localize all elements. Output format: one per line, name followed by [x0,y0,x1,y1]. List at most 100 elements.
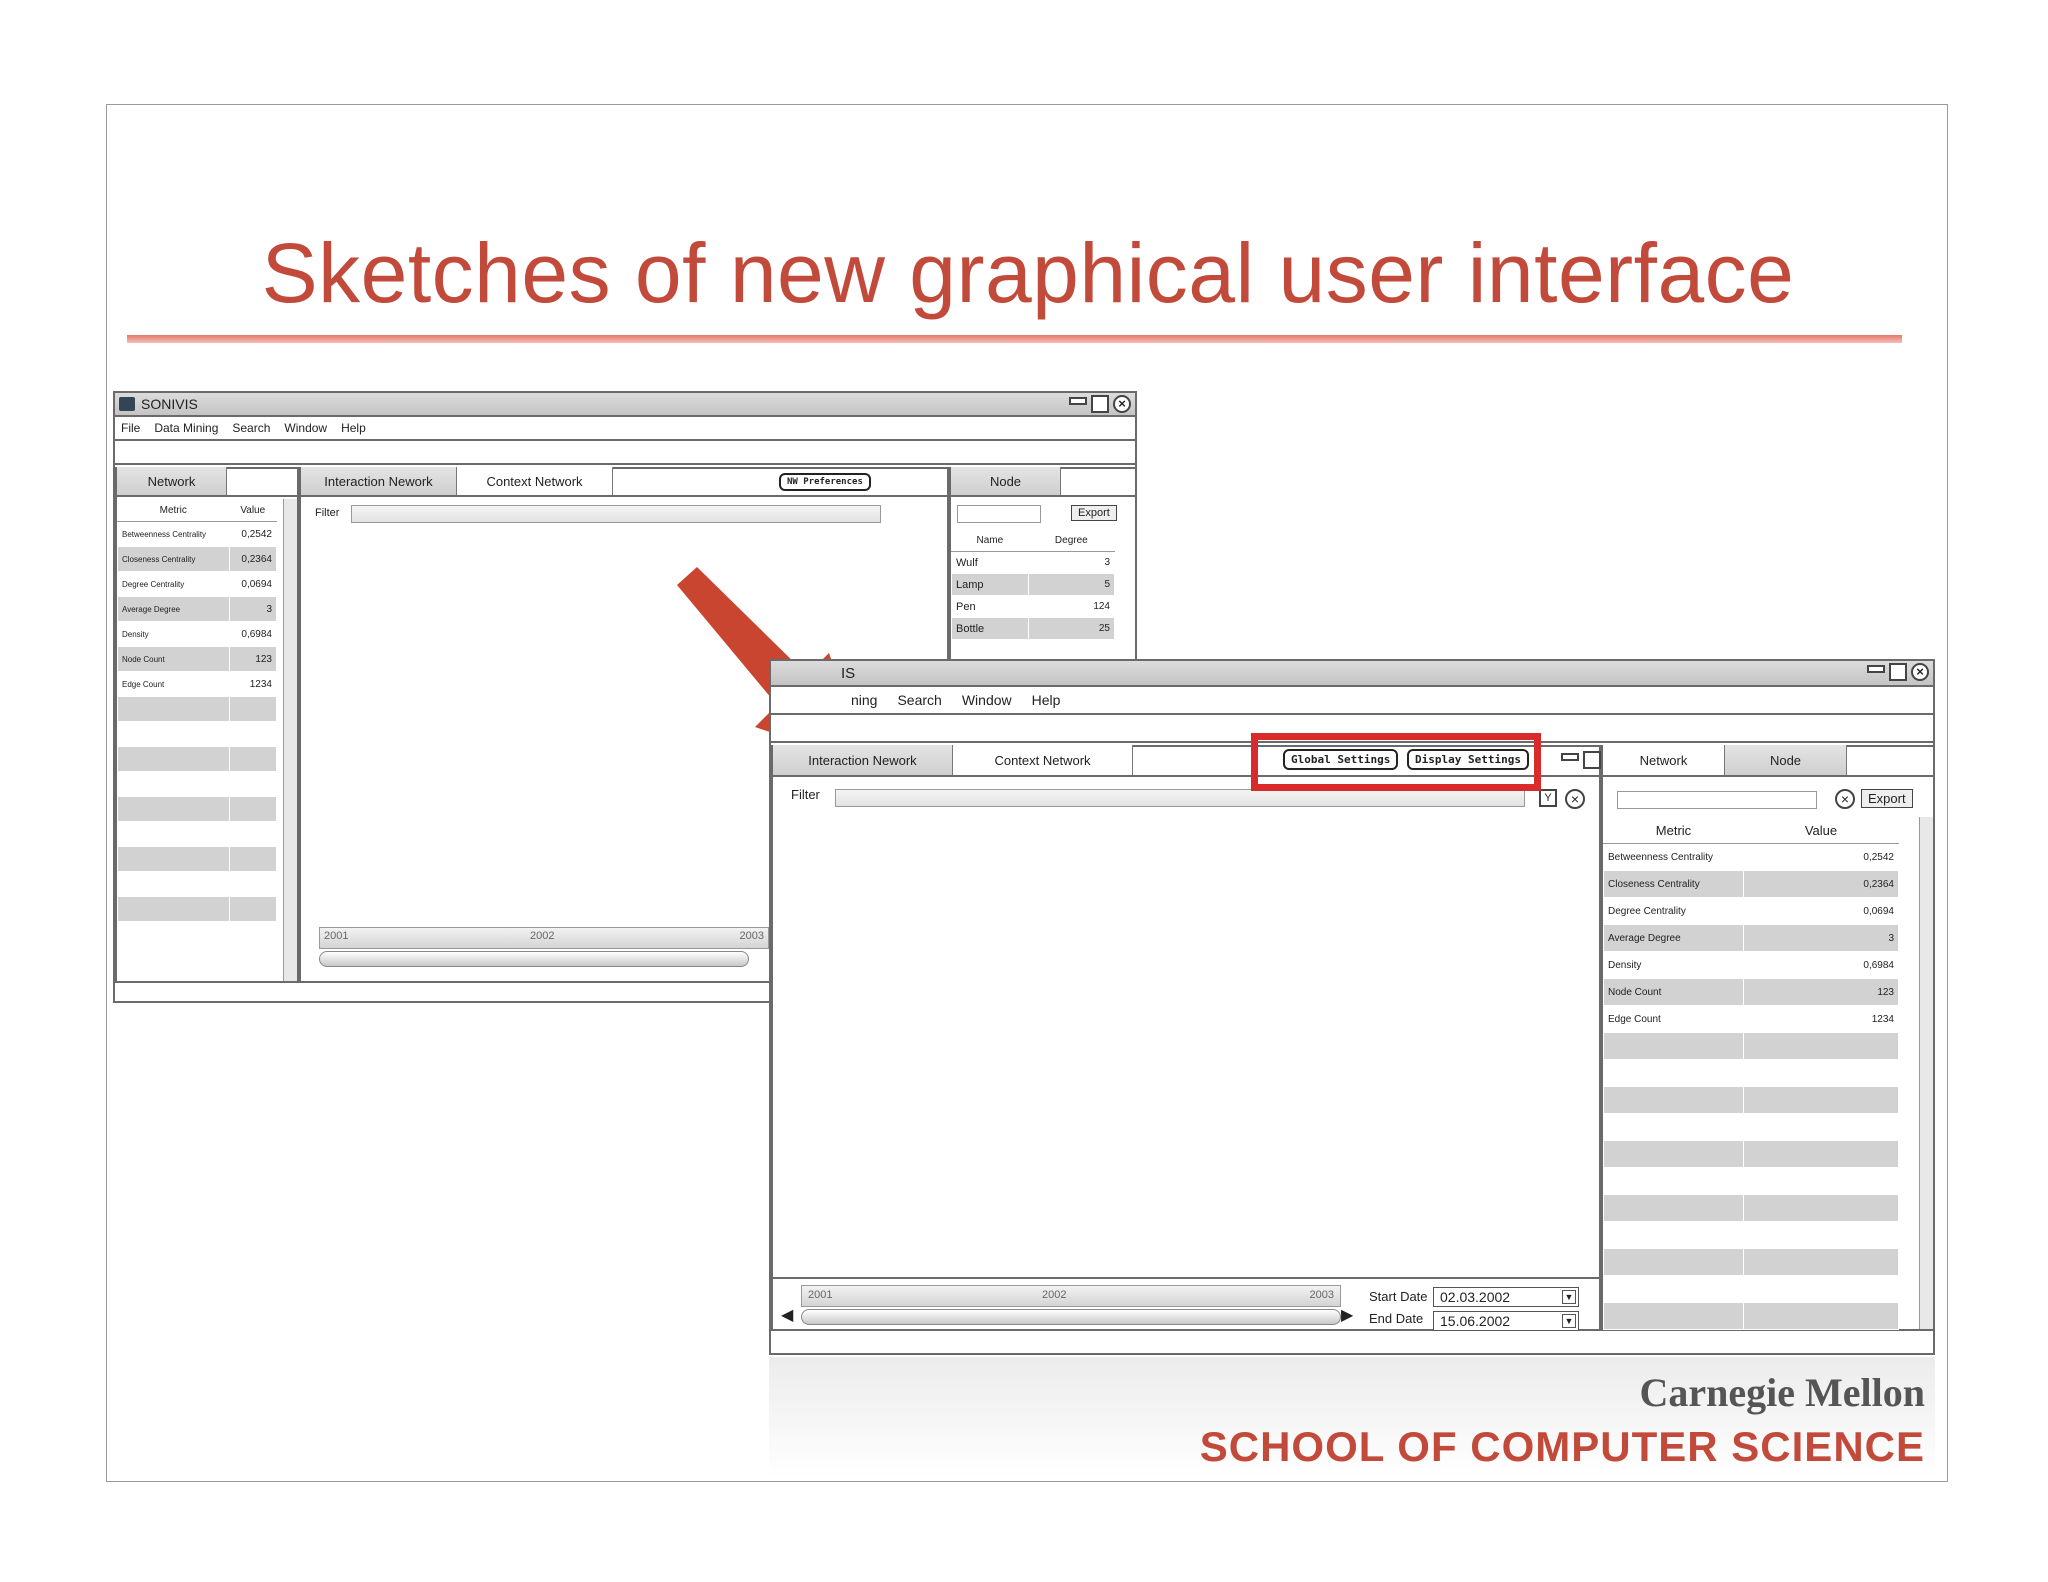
timeline-year: 2001 [808,1289,833,1301]
empty-cell [228,871,278,897]
node-name: Pen [951,595,1029,618]
back-window-title: SONIVIS [141,396,198,412]
close-icon[interactable]: × [1911,663,1929,681]
back-range-slider[interactable] [319,951,749,967]
metric-name: Node Count [117,646,230,672]
front-window-title: IS [841,664,856,682]
empty-cell [228,721,278,747]
menu-data-mining[interactable]: ning [851,692,877,708]
tab-context-network[interactable]: Context Network [457,467,613,495]
empty-cell [1603,1140,1744,1168]
slide: Sketches of new graphical user interface… [106,104,1948,1482]
slide-title: Sketches of new graphical user interface [261,226,1795,320]
metric-name: Betweenness Centrality [1603,843,1744,871]
empty-cell [1603,1275,1744,1303]
maximize-icon[interactable] [1583,751,1601,769]
node-degree: 5 [1027,573,1116,596]
metric-value: 0,2542 [1743,843,1899,871]
empty-cell [1743,1194,1899,1222]
scroll-right-icon[interactable]: ▶ [1341,1305,1353,1325]
metric-search-input[interactable] [1617,791,1817,809]
tab-context-network[interactable]: Context Network [953,745,1133,775]
menu-file[interactable]: File [121,421,140,435]
metric-header[interactable]: Metric [1603,817,1744,844]
menu-data-mining[interactable]: Data Mining [154,421,218,435]
clear-filter-icon[interactable]: × [1565,789,1585,809]
scroll-left-icon[interactable]: ◀ [781,1305,793,1325]
filter-input[interactable] [835,789,1525,807]
metric-name: Average Degree [117,596,230,622]
title-rule [127,335,1902,343]
empty-cell [228,921,278,947]
name-header[interactable]: Name [951,529,1029,552]
start-date-dropdown[interactable]: 02.03.2002 ▼ [1433,1287,1579,1307]
tab-interaction-network[interactable]: Interaction Nework [773,745,953,775]
menu-help[interactable]: Help [1032,692,1061,708]
end-date-value: 15.06.2002 [1440,1313,1511,1329]
back-metric-table: Metric Value Betweenness Centrality 0,2542… [117,499,278,947]
metric-name: Edge Count [117,671,230,697]
metric-value: 1234 [228,671,278,697]
display-settings-button[interactable]: Display Settings [1407,749,1529,770]
front-bottom-bar [773,1277,1603,1279]
empty-cell [1603,1221,1744,1249]
end-date-dropdown[interactable]: 15.06.2002 ▼ [1433,1311,1579,1331]
value-header[interactable]: Value [1743,817,1899,844]
node-name: Bottle [951,617,1029,640]
tab-network[interactable]: Network [117,467,227,495]
metric-name: Density [1603,951,1744,979]
menu-window[interactable]: Window [284,421,327,435]
global-settings-button[interactable]: Global Settings [1283,749,1399,770]
value-header[interactable]: Value [228,499,278,522]
tab-network[interactable]: Network [1603,745,1725,775]
tab-node[interactable]: Node [1725,745,1847,775]
front-right-scrollbar[interactable] [1919,817,1933,1329]
nw-preferences-button[interactable]: NW Preferences [779,473,871,491]
front-timeline[interactable]: 2001 2002 2003 [801,1285,1341,1307]
node-search-input[interactable] [957,505,1041,523]
export-button[interactable]: Export [1861,789,1913,808]
tab-interaction-network[interactable]: Interaction Nework [301,467,457,495]
empty-cell [117,871,230,897]
start-date-label: Start Date [1369,1289,1428,1304]
filter-icon[interactable]: Y [1539,789,1557,807]
chevron-down-icon[interactable]: ▼ [1562,1290,1576,1304]
chevron-down-icon[interactable]: ▼ [1562,1314,1576,1328]
front-center-panel: Interaction Nework Context Network Filte… [771,745,1603,1331]
empty-cell [117,746,230,772]
metric-value: 0,6984 [228,621,278,647]
metric-name: Closeness Centrality [1603,870,1744,898]
degree-header[interactable]: Degree [1027,529,1116,552]
close-icon[interactable]: × [1113,395,1131,413]
filter-input[interactable] [351,505,881,523]
end-date-label: End Date [1369,1311,1424,1326]
node-name: Lamp [951,573,1029,596]
empty-cell [1603,1194,1744,1222]
empty-cell [228,771,278,797]
tab-node[interactable]: Node [951,467,1061,495]
minimize-icon[interactable] [1561,753,1579,761]
minimize-icon[interactable] [1867,665,1885,673]
metric-name: Average Degree [1603,924,1744,952]
back-left-panel: Network Metric Value Betweenness Centrali… [115,467,299,983]
minimize-icon[interactable] [1069,397,1087,405]
metric-value: 3 [1743,924,1899,952]
front-range-slider[interactable] [801,1309,1341,1325]
filter-label: Filter [791,787,820,802]
menu-help[interactable]: Help [341,421,366,435]
empty-cell [1743,1167,1899,1195]
timeline-year: 2001 [324,930,349,942]
maximize-icon[interactable] [1889,663,1907,681]
export-button[interactable]: Export [1071,505,1117,521]
clear-search-icon[interactable]: × [1835,789,1855,809]
empty-cell [1743,1248,1899,1276]
maximize-icon[interactable] [1091,395,1109,413]
metric-header[interactable]: Metric [117,499,230,522]
front-menubar: ning Search Window Help [771,687,1933,715]
menu-search[interactable]: Search [897,692,941,708]
back-timeline[interactable]: 2001 2002 2003 [319,927,769,949]
empty-cell [1603,1248,1744,1276]
menu-search[interactable]: Search [232,421,270,435]
menu-window[interactable]: Window [962,692,1012,708]
back-left-scrollbar[interactable] [283,499,297,981]
